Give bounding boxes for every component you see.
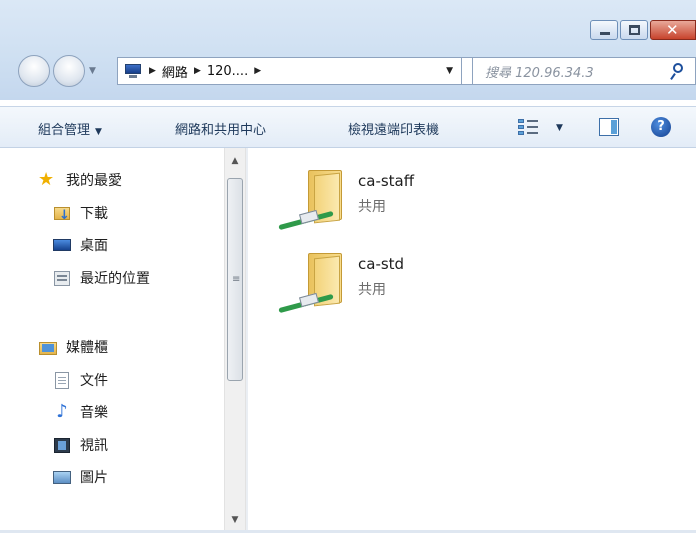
sidebar-item-pictures[interactable]: 圖片 (52, 467, 108, 487)
breadcrumb-chevron-icon[interactable]: ▶ (149, 66, 156, 76)
pictures-icon (52, 468, 72, 486)
network-share-item[interactable]: ca-staff 共用 (278, 166, 414, 236)
chevron-down-icon: ▼ (95, 127, 102, 137)
search-input[interactable]: 搜尋 120.96.34.3 (485, 62, 669, 81)
breadcrumb-network[interactable]: 網路 (162, 62, 188, 81)
video-film-icon (52, 436, 72, 454)
breadcrumb-chevron-icon[interactable]: ▶ (254, 66, 261, 76)
network-share-item[interactable]: ca-std 共用 (278, 249, 404, 319)
share-info: ca-staff 共用 (358, 172, 414, 216)
navigation-pane: ★ 我的最愛 ↓ 下載 桌面 最近的位置 媒體櫃 文件 ♪ 音樂 視訊 圖片 (0, 148, 250, 533)
navigation-scrollbar[interactable]: ▲ ≡ ▼ (224, 148, 246, 533)
recent-pages-dropdown-icon[interactable]: ▼ (89, 66, 96, 76)
recent-places-icon (52, 269, 72, 287)
search-icon[interactable] (669, 60, 691, 82)
network-computer-icon (123, 63, 143, 79)
desktop-icon (52, 236, 72, 254)
sidebar-item-label: 桌面 (80, 238, 108, 254)
sidebar-item-music[interactable]: ♪ 音樂 (52, 402, 108, 422)
forward-button[interactable] (53, 55, 85, 87)
scroll-down-arrow-icon[interactable]: ▼ (225, 511, 245, 529)
document-icon (52, 371, 72, 389)
sidebar-item-label: 文件 (80, 373, 108, 389)
downloads-folder-icon: ↓ (52, 204, 72, 222)
share-type: 共用 (358, 282, 386, 298)
maximize-icon (629, 25, 640, 35)
sidebar-item-label: 媒體櫃 (66, 340, 108, 356)
share-name: ca-std (358, 255, 405, 273)
breadcrumb-chevron-icon[interactable]: ▶ (194, 66, 201, 76)
music-note-icon: ♪ (56, 401, 68, 422)
search-box[interactable]: 搜尋 120.96.34.3 (472, 57, 696, 85)
share-info: ca-std 共用 (358, 255, 404, 299)
sidebar-item-documents[interactable]: 文件 (52, 370, 108, 390)
network-share-folder-icon (278, 166, 346, 236)
address-history-dropdown-icon[interactable]: ▼ (446, 66, 453, 76)
sidebar-item-label: 音樂 (80, 405, 108, 421)
view-remote-printers-button[interactable]: 檢視遠端印表機 (348, 119, 439, 138)
sidebar-item-label: 視訊 (80, 438, 108, 454)
libraries-icon (38, 338, 58, 356)
grip-icon: ≡ (232, 274, 241, 285)
sidebar-item-label: 圖片 (80, 470, 108, 486)
sidebar-item-label: 最近的位置 (80, 271, 150, 287)
change-view-icon[interactable] (518, 118, 538, 136)
sidebar-item-label: 我的最愛 (66, 173, 122, 189)
star-icon: ★ (38, 169, 55, 190)
minimize-button[interactable] (590, 20, 618, 40)
organize-label: 組合管理 (38, 123, 91, 138)
organize-menu-button[interactable]: 組合管理 ▼ (38, 119, 102, 138)
share-type: 共用 (358, 199, 386, 215)
view-options-dropdown-icon[interactable]: ▼ (556, 123, 563, 133)
sidebar-item-libraries[interactable]: 媒體櫃 (38, 337, 108, 357)
sidebar-item-label: 下載 (80, 206, 108, 222)
file-list: ca-staff 共用 ca-std 共用 (248, 148, 696, 533)
window-chrome: ✕ ▼ ▶ 網路 ▶ 120.... ▶ ▼ ↹ 搜尋 120.96.34.3 (0, 0, 696, 100)
sidebar-item-recent-places[interactable]: 最近的位置 (52, 268, 150, 288)
scroll-up-arrow-icon[interactable]: ▲ (225, 152, 245, 170)
network-share-folder-icon (278, 249, 346, 319)
help-icon[interactable]: ? (651, 117, 671, 137)
network-sharing-center-button[interactable]: 網路和共用中心 (175, 119, 266, 138)
window-controls: ✕ (588, 20, 696, 42)
back-button[interactable] (18, 55, 50, 87)
scrollbar-thumb[interactable]: ≡ (227, 178, 243, 381)
minimize-icon (600, 32, 610, 35)
sidebar-item-favorites[interactable]: ★ 我的最愛 (38, 170, 122, 190)
preview-pane-icon[interactable] (599, 118, 619, 136)
share-name: ca-staff (358, 172, 415, 190)
breadcrumb-host[interactable]: 120.... (207, 64, 248, 79)
command-bar: 組合管理 ▼ 網路和共用中心 檢視遠端印表機 ▼ ? (0, 106, 696, 148)
sidebar-item-videos[interactable]: 視訊 (52, 435, 108, 455)
sidebar-item-desktop[interactable]: 桌面 (52, 235, 108, 255)
sidebar-item-downloads[interactable]: ↓ 下載 (52, 203, 108, 223)
maximize-button[interactable] (620, 20, 648, 40)
address-bar[interactable]: ▶ 網路 ▶ 120.... ▶ ▼ (117, 57, 462, 85)
close-button[interactable]: ✕ (650, 20, 696, 40)
close-icon: ✕ (666, 21, 679, 39)
